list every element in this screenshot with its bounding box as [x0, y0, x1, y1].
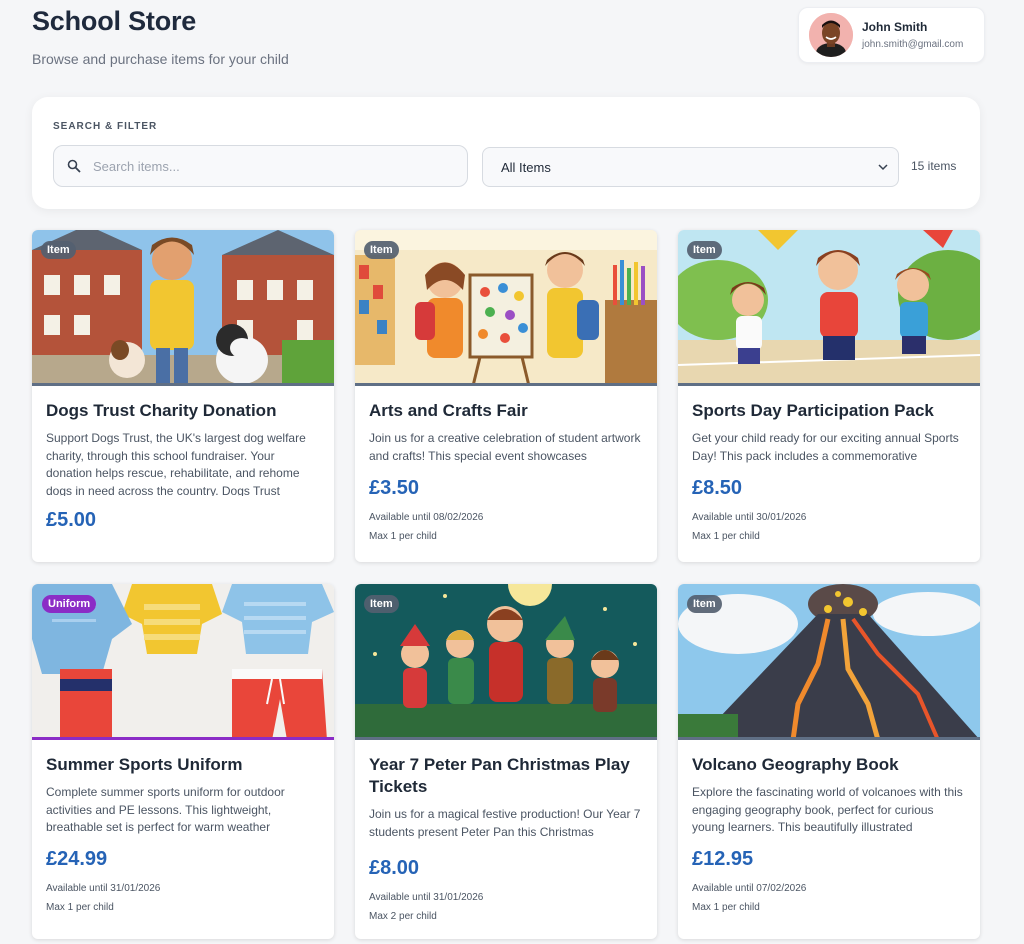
product-price: £12.95: [692, 848, 754, 870]
product-price: £8.50: [692, 477, 743, 499]
product-image[interactable]: Item: [355, 230, 657, 386]
product-card[interactable]: Item Sports Day Participation Pack Get y…: [678, 230, 980, 562]
product-price: £5.00: [46, 509, 97, 531]
product-image[interactable]: Item: [32, 230, 334, 386]
availability-date: Available until 30/01/2026: [692, 512, 807, 523]
purchase-limit: Max 1 per child: [692, 531, 760, 542]
product-description: Get your child ready for our exciting an…: [692, 431, 959, 463]
category-select[interactable]: All Items: [482, 147, 899, 187]
product-image[interactable]: Item: [678, 230, 980, 386]
product-image[interactable]: Item: [678, 584, 980, 740]
user-name: John Smith: [862, 20, 928, 34]
product-description: Join us for a magical festive production…: [369, 807, 641, 839]
filter-panel: SEARCH & FILTER All Items 15 items: [32, 97, 980, 209]
product-title[interactable]: Summer Sports Uniform: [46, 754, 320, 776]
product-price: £24.99: [46, 848, 108, 870]
product-description: Support Dogs Trust, the UK's largest dog…: [46, 431, 306, 496]
user-email: john.smith@gmail.com: [862, 39, 964, 50]
search-icon: [67, 159, 81, 173]
item-count: 15 items: [911, 159, 957, 173]
filter-heading: SEARCH & FILTER: [53, 121, 158, 132]
product-price: £8.00: [369, 857, 420, 879]
purchase-limit: Max 1 per child: [692, 902, 760, 913]
product-card[interactable]: Item Arts and Crafts Fair Join us for a …: [355, 230, 657, 562]
purchase-limit: Max 2 per child: [369, 911, 437, 922]
search-input[interactable]: [93, 158, 453, 174]
avatar[interactable]: [809, 13, 853, 57]
product-card[interactable]: Item Dogs Trust Charity Donation Support…: [32, 230, 334, 562]
product-price: £3.50: [369, 477, 420, 499]
purchase-limit: Max 1 per child: [369, 531, 437, 542]
availability-date: Available until 08/02/2026: [369, 512, 484, 523]
product-image[interactable]: Uniform: [32, 584, 334, 740]
availability-date: Available until 07/02/2026: [692, 883, 807, 894]
category-tag: Item: [364, 595, 399, 613]
product-description: Explore the fascinating world of volcano…: [692, 785, 963, 834]
category-tag: Item: [687, 241, 722, 259]
availability-date: Available until 31/01/2026: [46, 883, 161, 894]
category-tag: Item: [364, 241, 399, 259]
page-title: School Store: [32, 6, 197, 36]
page-subtitle: Browse and purchase items for your child: [32, 51, 289, 67]
product-title[interactable]: Year 7 Peter Pan Christmas Play Tickets: [369, 754, 643, 798]
product-title[interactable]: Arts and Crafts Fair: [369, 400, 643, 422]
product-image[interactable]: Item: [355, 584, 657, 740]
product-title[interactable]: Volcano Geography Book: [692, 754, 966, 776]
product-card[interactable]: Item Year 7 Peter Pan Christmas Play Tic…: [355, 584, 657, 939]
category-select-value: All Items: [501, 159, 551, 175]
category-tag: Item: [687, 595, 722, 613]
product-card[interactable]: Uniform Summer Sports Uniform Complete s…: [32, 584, 334, 939]
purchase-limit: Max 1 per child: [46, 902, 114, 913]
search-box[interactable]: [53, 145, 468, 187]
product-card[interactable]: Item Volcano Geography Book Explore the …: [678, 584, 980, 939]
product-description: Complete summer sports uniform for outdo…: [46, 785, 285, 834]
product-title[interactable]: Dogs Trust Charity Donation: [46, 400, 320, 422]
availability-date: Available until 31/01/2026: [369, 892, 484, 903]
chevron-down-icon: [878, 164, 888, 171]
category-tag: Item: [41, 241, 76, 259]
user-profile-card[interactable]: John Smith john.smith@gmail.com: [798, 7, 985, 63]
product-title[interactable]: Sports Day Participation Pack: [692, 400, 966, 422]
product-description: Join us for a creative celebration of st…: [369, 431, 641, 463]
category-tag: Uniform: [42, 595, 97, 613]
